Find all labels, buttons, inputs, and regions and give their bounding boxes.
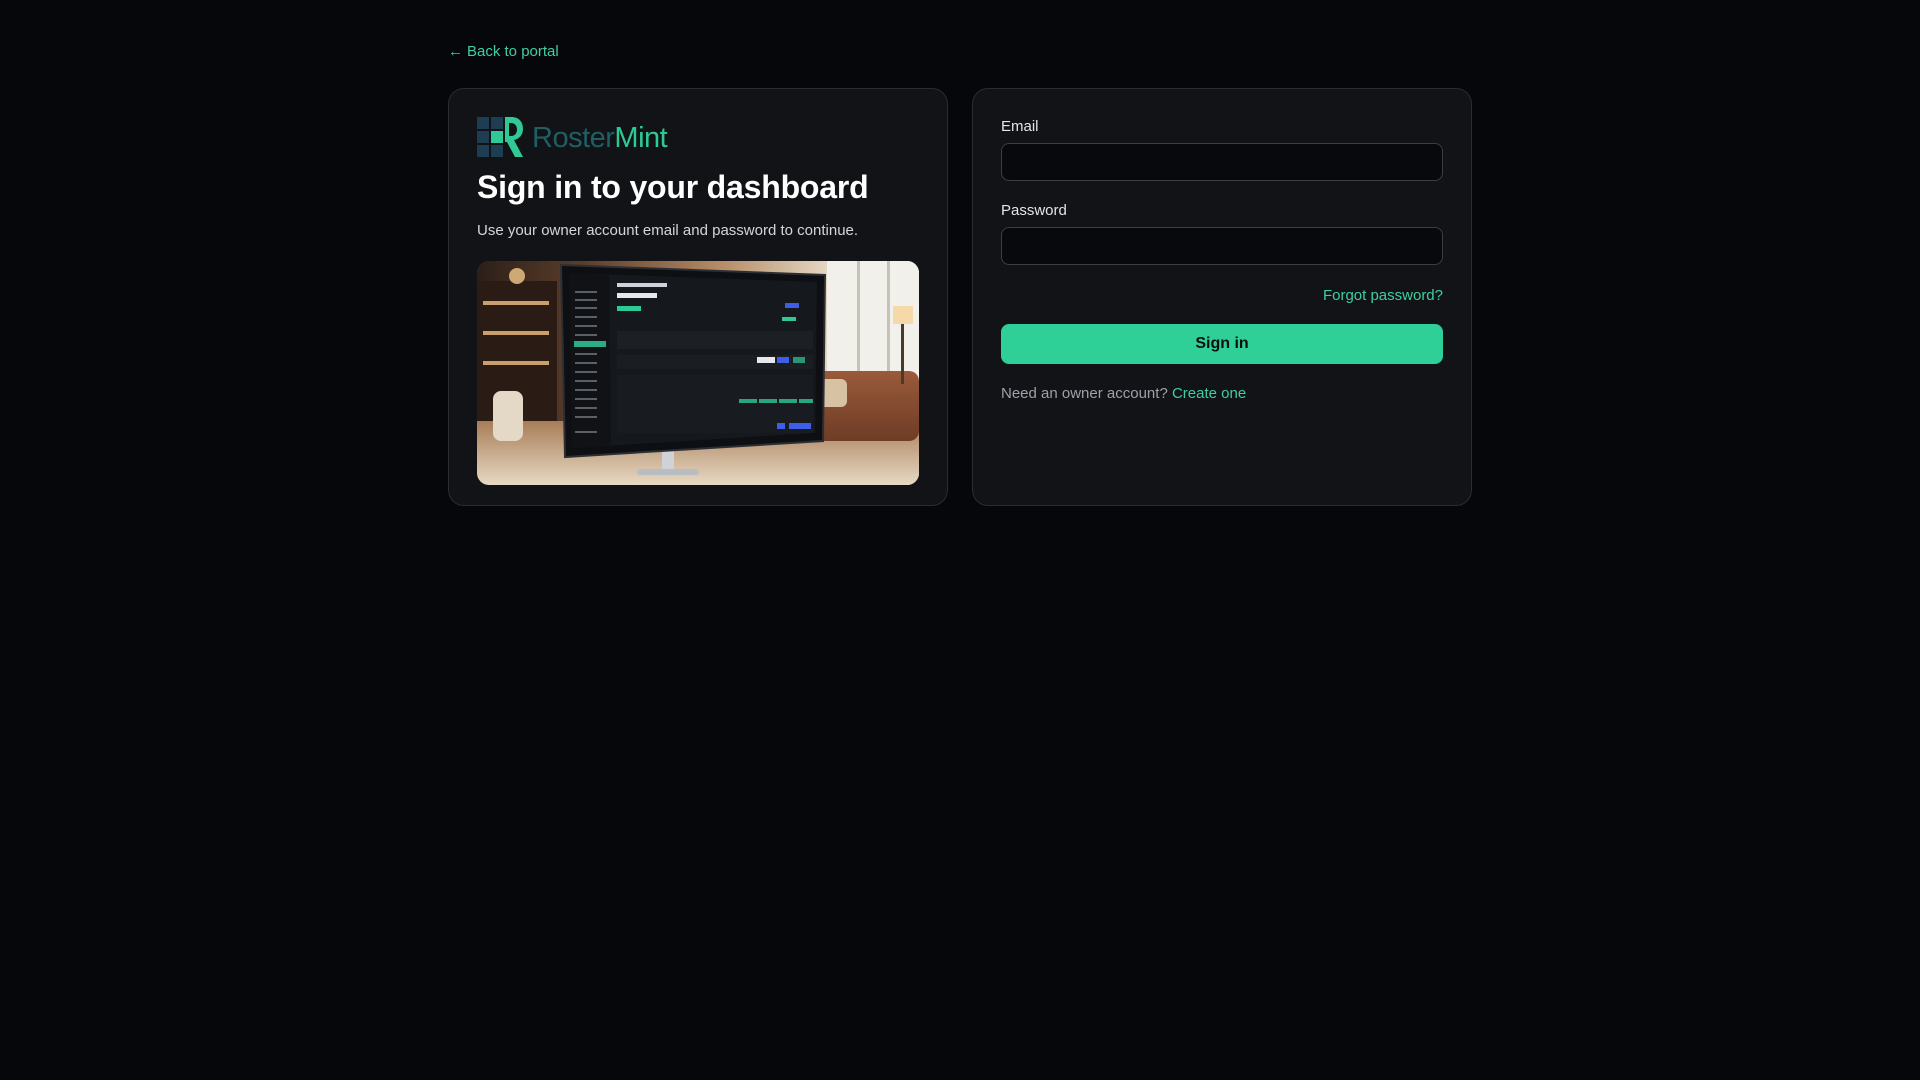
- signin-form-card: Email Password Forgot password? Sign in …: [972, 88, 1472, 506]
- grid-r-logo-icon: [477, 117, 523, 157]
- brand-name-part2: Mint: [614, 121, 668, 154]
- dashboard-preview-image: [477, 261, 919, 485]
- password-field-group: Password: [1001, 201, 1443, 265]
- forgot-password-row: Forgot password?: [1001, 286, 1443, 306]
- email-field[interactable]: [1001, 143, 1443, 181]
- brand-logo: RosterMint: [477, 117, 919, 159]
- create-account-link[interactable]: Create one: [1172, 385, 1246, 402]
- sign-in-button[interactable]: Sign in: [1001, 324, 1443, 364]
- page-subtitle: Use your owner account email and passwor…: [477, 222, 859, 239]
- password-label: Password: [1001, 202, 1067, 219]
- email-field-group: Email: [1001, 117, 1443, 181]
- create-account-row: Need an owner account? Create one: [1001, 384, 1443, 404]
- intro-card: RosterMint Sign in to your dashboard Use…: [448, 88, 948, 506]
- page-title: Sign in to your dashboard: [477, 169, 869, 205]
- email-label: Email: [1001, 118, 1039, 135]
- brand-name-part1: Roster: [532, 121, 615, 154]
- forgot-password-link[interactable]: Forgot password?: [1323, 286, 1443, 306]
- back-arrow-icon: ←: [448, 43, 463, 60]
- create-account-prompt: Need an owner account?: [1001, 385, 1168, 402]
- brand-wordmark: RosterMint: [532, 121, 668, 154]
- back-link-label: Back to portal: [467, 43, 559, 60]
- password-field[interactable]: [1001, 227, 1443, 265]
- back-to-portal-link[interactable]: ← Back to portal: [448, 42, 559, 62]
